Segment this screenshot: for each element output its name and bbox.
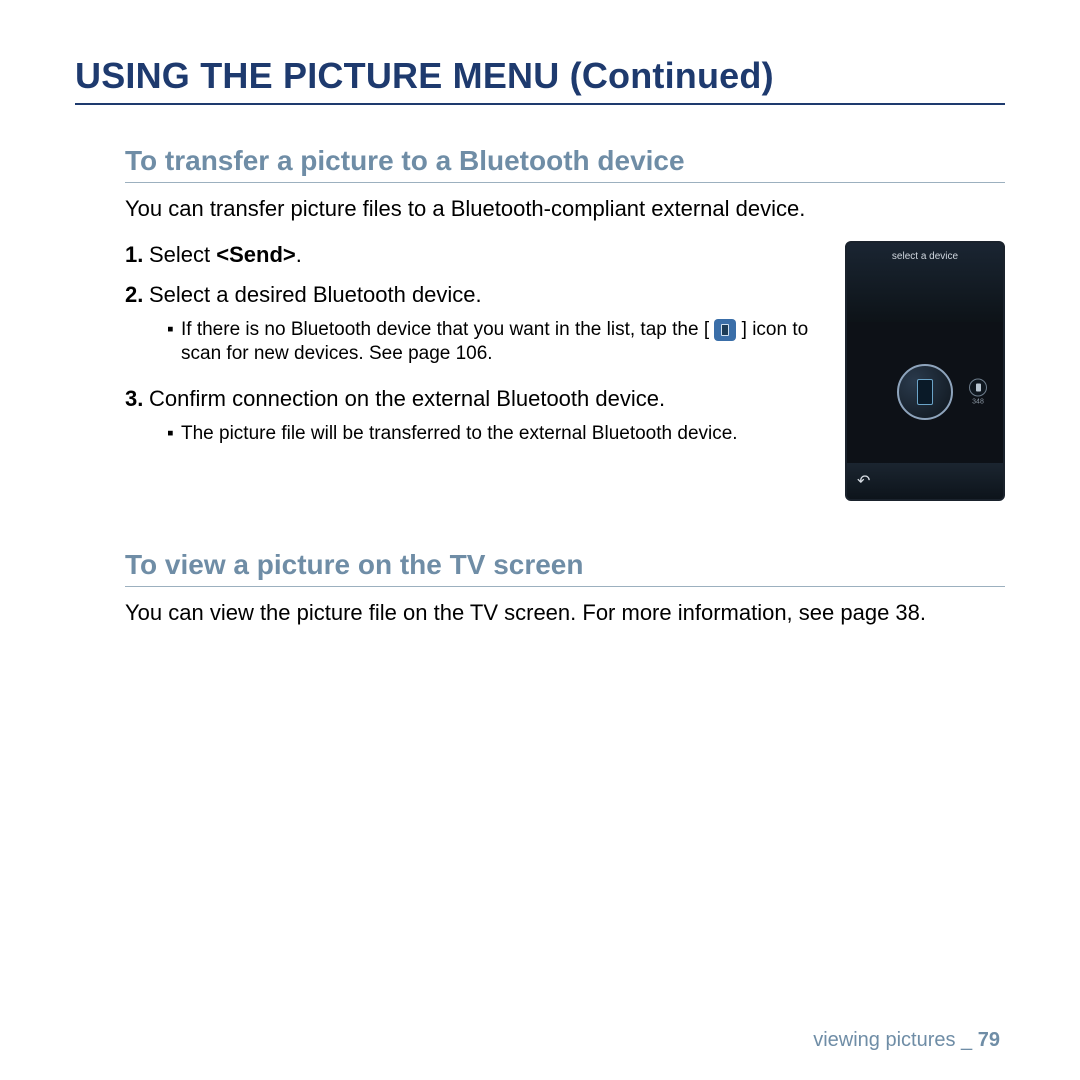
manual-page: USING THE PICTURE MENU (Continued) To tr…	[0, 0, 1080, 1080]
footer-page-number: 79	[978, 1029, 1000, 1051]
small-phone-icon	[976, 384, 981, 392]
step3-sublist: ▪ The picture file will be transferred t…	[149, 422, 825, 447]
step-2: 2. Select a desired Bluetooth device. ▪ …	[125, 281, 825, 373]
step-body: Confirm connection on the external Bluet…	[149, 385, 825, 452]
device-small-label: 348	[972, 399, 984, 406]
phone-icon-inner	[721, 324, 729, 336]
step2-text: Select a desired Bluetooth device.	[149, 282, 482, 307]
phone-scan-icon	[714, 319, 736, 341]
device-footer: ↶	[847, 463, 1003, 499]
device-large-icon	[897, 364, 953, 420]
step1-bold: <Send>	[216, 242, 295, 267]
steps-list: 1. Select <Send>. 2. Select a desired Bl…	[125, 241, 825, 465]
step2-sublist: ▪ If there is no Bluetooth device that y…	[149, 318, 825, 367]
step2-subitem: ▪ If there is no Bluetooth device that y…	[167, 318, 825, 367]
step1-pre: Select	[149, 242, 216, 267]
device-header: select a device	[847, 243, 1003, 322]
step2-sub-pre: If there is no Bluetooth device that you…	[181, 319, 714, 340]
step-1: 1. Select <Send>.	[125, 241, 825, 270]
step-body: Select <Send>.	[149, 241, 825, 270]
section1-row: 1. Select <Send>. 2. Select a desired Bl…	[125, 241, 1005, 501]
step-number: 1.	[125, 241, 149, 270]
step-number: 2.	[125, 281, 149, 373]
back-arrow-icon: ↶	[857, 471, 870, 491]
footer-section: viewing pictures	[813, 1029, 955, 1051]
page-footer: viewing pictures _ 79	[813, 1029, 1000, 1052]
section-heading-tv: To view a picture on the TV screen	[125, 549, 1005, 587]
section1-intro: You can transfer picture files to a Blue…	[125, 195, 1005, 223]
section2-intro: You can view the picture file on the TV …	[125, 599, 1005, 627]
page-title: USING THE PICTURE MENU (Continued)	[75, 55, 1005, 105]
step-body: Select a desired Bluetooth device. ▪ If …	[149, 281, 825, 373]
step-3: 3. Confirm connection on the external Bl…	[125, 385, 825, 452]
step3-text: Confirm connection on the external Bluet…	[149, 386, 665, 411]
step3-subitem: ▪ The picture file will be transferred t…	[167, 422, 825, 447]
square-bullet-icon: ▪	[167, 422, 181, 447]
step3-sub-body: The picture file will be transferred to …	[181, 422, 738, 447]
section-heading-transfer: To transfer a picture to a Bluetooth dev…	[125, 145, 1005, 183]
device-small-icon	[969, 379, 987, 397]
device-mid: 348	[847, 322, 1003, 463]
device-screenshot: select a device 348 ↶	[845, 241, 1005, 501]
square-bullet-icon: ▪	[167, 318, 181, 367]
content: To transfer a picture to a Bluetooth dev…	[75, 145, 1005, 626]
footer-sep: _	[956, 1029, 978, 1051]
phone-icon	[917, 379, 933, 405]
step-number: 3.	[125, 385, 149, 452]
step1-post: .	[296, 242, 302, 267]
step2-sub-body: If there is no Bluetooth device that you…	[181, 318, 825, 367]
device-small-group: 348	[969, 379, 987, 406]
